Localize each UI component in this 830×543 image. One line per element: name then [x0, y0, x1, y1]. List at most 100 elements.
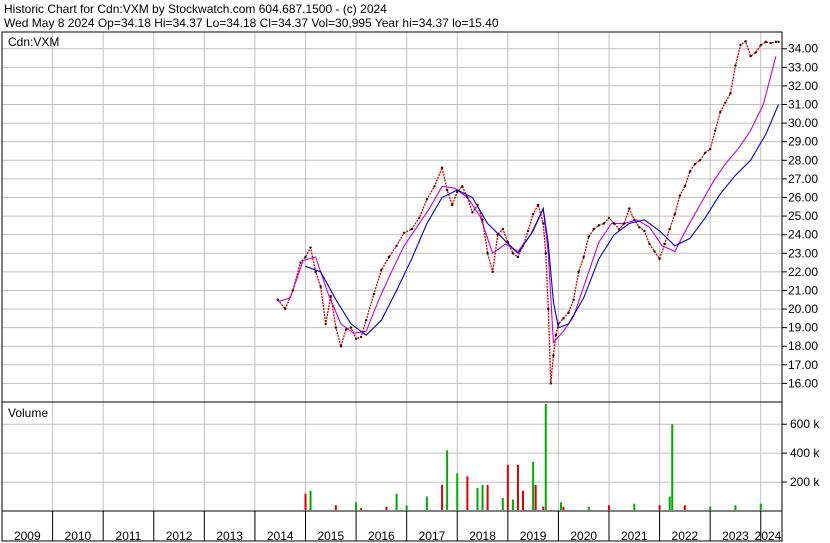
- price-point: [418, 216, 421, 220]
- price-point: [511, 252, 515, 255]
- chart-header-quote: Wed May 8 2024 Op=34.18 Hi=34.37 Lo=34.1…: [4, 16, 499, 30]
- volume-bar: [360, 508, 363, 510]
- volume-bar: [668, 496, 671, 510]
- price-point: [334, 326, 338, 329]
- price-y-tick-label: 20.00: [788, 302, 818, 316]
- price-point: [688, 170, 692, 173]
- price-y-tick-label: 29.00: [788, 135, 818, 149]
- price-point: [729, 92, 732, 95]
- volume-bar: [559, 502, 562, 510]
- price-y-tick-label: 34.00: [788, 42, 818, 56]
- x-tick-label: 2013: [216, 529, 243, 543]
- volume-bar: [562, 506, 565, 510]
- price-point: [698, 159, 702, 162]
- price-point: [749, 54, 752, 58]
- x-tick-label: 2016: [368, 529, 395, 543]
- x-tick-label: 2021: [621, 529, 648, 543]
- price-point: [628, 207, 631, 210]
- volume-bar: [608, 505, 611, 510]
- price-point: [714, 129, 717, 132]
- price-point: [592, 227, 596, 231]
- price-point: [554, 333, 558, 337]
- x-tick-label: 2014: [267, 529, 294, 543]
- price-point: [329, 294, 332, 298]
- volume-bar: [544, 404, 547, 510]
- volume-bar: [516, 464, 519, 510]
- price-point: [602, 222, 606, 225]
- price-point: [668, 227, 671, 231]
- price-point: [304, 255, 307, 259]
- price-point: [708, 147, 712, 151]
- price-point: [719, 110, 722, 114]
- price-point: [633, 218, 636, 221]
- price-point: [456, 190, 459, 194]
- price-y-tick-label: 22.00: [788, 265, 818, 279]
- price-point: [658, 257, 661, 261]
- price-point: [344, 328, 348, 331]
- price-point: [309, 246, 312, 249]
- price-point: [526, 229, 530, 233]
- price-point: [663, 242, 666, 246]
- x-tick-label: 2017: [419, 529, 446, 543]
- price-point: [471, 211, 474, 214]
- price-point: [299, 261, 302, 264]
- x-tick-label: 2015: [317, 529, 344, 543]
- volume-bar: [304, 493, 307, 510]
- price-point: [531, 213, 535, 216]
- price-point: [496, 233, 499, 236]
- price-panel-label: Cdn:VXM: [8, 35, 59, 49]
- price-point: [653, 250, 656, 253]
- volume-bar: [481, 484, 484, 510]
- price-point: [284, 307, 287, 311]
- price-point: [643, 229, 646, 233]
- price-point: [769, 41, 773, 45]
- price-y-tick-label: 25.00: [788, 209, 818, 223]
- x-tick-label: 2009: [14, 529, 41, 543]
- price-point: [703, 151, 707, 155]
- price-y-tick-label: 26.00: [788, 190, 818, 204]
- price-point: [387, 255, 391, 259]
- price-point: [354, 337, 358, 340]
- price-point: [648, 242, 651, 246]
- price-point: [450, 203, 454, 207]
- price-point: [481, 218, 484, 221]
- price-point: [597, 224, 601, 227]
- price-y-tick-label: 17.00: [788, 358, 818, 372]
- x-tick-label: 2018: [469, 529, 496, 543]
- x-tick-label: 2011: [116, 529, 142, 543]
- price-point: [339, 345, 343, 348]
- volume-bar: [542, 506, 545, 510]
- price-point: [549, 382, 553, 385]
- price-point: [552, 354, 555, 357]
- volume-panel-frame: [1, 401, 783, 512]
- volume-bar: [532, 461, 535, 510]
- price-point: [683, 185, 687, 188]
- price-point: [764, 40, 768, 44]
- price-point: [734, 64, 737, 67]
- price-point: [466, 196, 469, 199]
- volume-y-tick-label: 200 k: [790, 475, 820, 489]
- price-point: [754, 51, 757, 54]
- price-point: [425, 198, 429, 201]
- price-y-tick-label: 23.00: [788, 246, 818, 260]
- price-point: [673, 213, 676, 216]
- volume-bar: [309, 490, 312, 510]
- price-y-tick-label: 33.00: [788, 60, 818, 74]
- x-tick-label: 2022: [672, 529, 699, 543]
- volume-bar: [441, 484, 444, 510]
- price-point: [319, 285, 322, 288]
- price-point: [544, 252, 547, 255]
- price-point: [506, 240, 510, 244]
- x-axis: 2009 2010 2011 2012 2013 2014 2015 2016 2017 2018…: [1, 511, 782, 543]
- price-point: [777, 40, 780, 44]
- price-point: [562, 317, 565, 320]
- price-y-tick-label: 18.00: [788, 339, 818, 353]
- volume-bar: [466, 476, 469, 510]
- price-point: [433, 185, 436, 188]
- price-point: [638, 226, 641, 229]
- price-point: [521, 244, 525, 248]
- price-point: [314, 270, 317, 274]
- price-point: [380, 268, 383, 272]
- price-point: [542, 222, 545, 225]
- price-point: [587, 235, 590, 238]
